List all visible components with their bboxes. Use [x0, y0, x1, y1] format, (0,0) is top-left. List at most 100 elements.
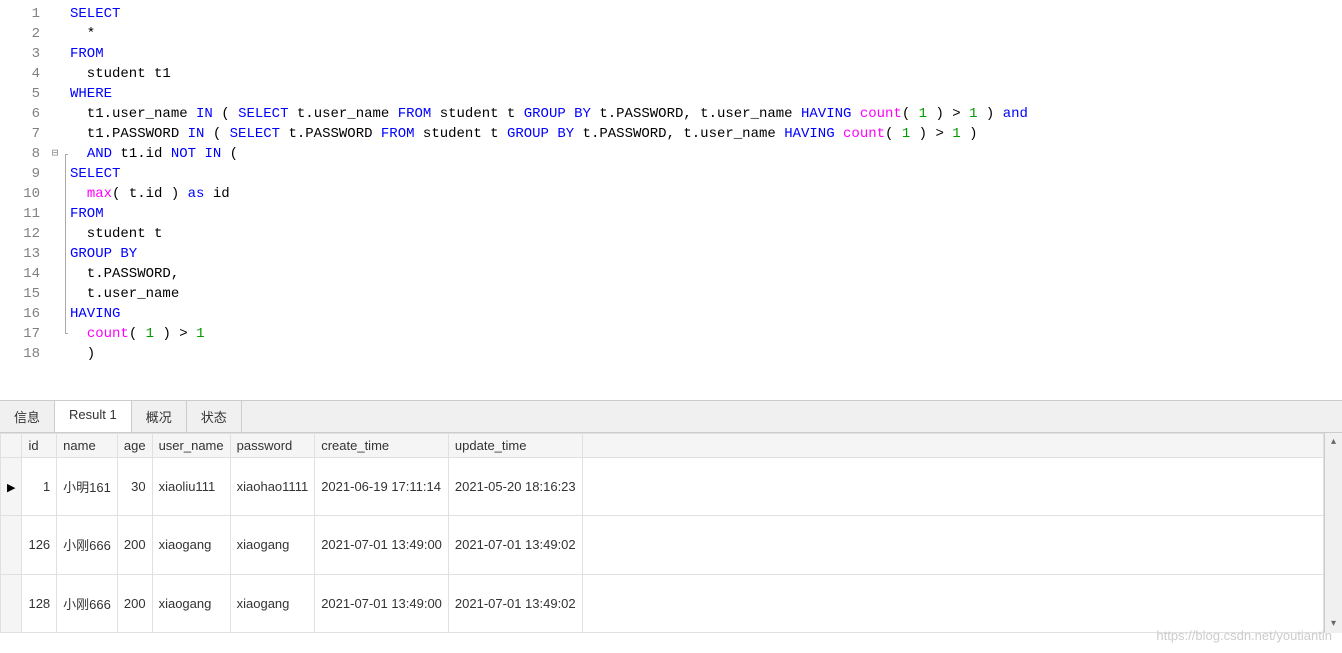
cell-filler [582, 574, 1323, 632]
code-line[interactable]: 15 t.user_name [0, 284, 1342, 304]
code-text[interactable]: t1.PASSWORD IN ( SELECT t.PASSWORD FROM … [70, 124, 1342, 144]
column-header[interactable]: update_time [448, 434, 582, 458]
code-line[interactable]: 1SELECT [0, 4, 1342, 24]
line-number: 5 [0, 84, 48, 104]
code-text[interactable]: SELECT [70, 164, 1342, 184]
code-line[interactable]: 4 student t1 [0, 64, 1342, 84]
code-line[interactable]: 16HAVING [0, 304, 1342, 324]
column-header[interactable]: user_name [152, 434, 230, 458]
table-row[interactable]: 126小刚666200xiaogangxiaogang2021-07-01 13… [1, 516, 1324, 574]
fold-guide [62, 244, 70, 264]
code-text[interactable]: t1.user_name IN ( SELECT t.user_name FRO… [70, 104, 1342, 124]
code-text[interactable]: HAVING [70, 304, 1342, 324]
cell[interactable]: xiaoliu111 [152, 458, 230, 516]
line-number: 18 [0, 344, 48, 364]
fold-guide [62, 324, 70, 344]
code-line[interactable]: 3 FROM [0, 44, 1342, 64]
code-text[interactable]: * [70, 24, 1342, 44]
row-indicator [1, 516, 22, 574]
column-header[interactable]: name [57, 434, 118, 458]
code-line[interactable]: 14 t.PASSWORD, [0, 264, 1342, 284]
code-line[interactable]: 2 * [0, 24, 1342, 44]
column-header[interactable]: password [230, 434, 315, 458]
cell-filler [582, 458, 1323, 516]
row-indicator-header [1, 434, 22, 458]
cell-filler [582, 516, 1323, 574]
code-text[interactable]: GROUP BY [70, 244, 1342, 264]
fold-guide [62, 204, 70, 224]
cell[interactable]: 小明161 [57, 458, 118, 516]
table-row[interactable]: ▶1小明16130xiaoliu111xiaohao11112021-06-19… [1, 458, 1324, 516]
code-line[interactable]: 17 count( 1 ) > 1 [0, 324, 1342, 344]
table-row[interactable]: 128小刚666200xiaogangxiaogang2021-07-01 13… [1, 574, 1324, 632]
cell[interactable]: 200 [117, 574, 152, 632]
line-number: 13 [0, 244, 48, 264]
column-header[interactable]: age [117, 434, 152, 458]
result-table[interactable]: idnameageuser_namepasswordcreate_timeupd… [0, 433, 1324, 633]
cell[interactable]: xiaogang [230, 516, 315, 574]
scroll-up-icon[interactable]: ▴ [1325, 433, 1342, 451]
cell[interactable]: xiaogang [152, 574, 230, 632]
column-header[interactable]: id [22, 434, 57, 458]
code-line[interactable]: 11FROM [0, 204, 1342, 224]
tab-profile[interactable]: 概况 [132, 401, 187, 432]
cell[interactable]: 2021-07-01 13:49:00 [315, 574, 449, 632]
code-text[interactable]: student t1 [70, 64, 1342, 84]
code-line[interactable]: 5 WHERE [0, 84, 1342, 104]
cell[interactable]: 200 [117, 516, 152, 574]
column-filler [582, 434, 1323, 458]
code-text[interactable]: SELECT [70, 4, 1342, 24]
cell[interactable]: 小刚666 [57, 516, 118, 574]
cell[interactable]: 2021-05-20 18:16:23 [448, 458, 582, 516]
code-text[interactable]: t.PASSWORD, [70, 264, 1342, 284]
cell[interactable]: 126 [22, 516, 57, 574]
fold-toggle-icon [48, 344, 62, 364]
cell[interactable]: xiaogang [152, 516, 230, 574]
line-number: 3 [0, 44, 48, 64]
code-line[interactable]: 12 student t [0, 224, 1342, 244]
fold-toggle-icon [48, 124, 62, 144]
fold-toggle-icon [48, 264, 62, 284]
cell[interactable]: 2021-07-01 13:49:02 [448, 574, 582, 632]
code-line[interactable]: 13 GROUP BY [0, 244, 1342, 264]
cell[interactable]: 1 [22, 458, 57, 516]
fold-toggle-icon [48, 84, 62, 104]
code-text[interactable]: t.user_name [70, 284, 1342, 304]
cell[interactable]: xiaohao1111 [230, 458, 315, 516]
fold-guide [62, 264, 70, 284]
tab-result1[interactable]: Result 1 [55, 401, 132, 432]
cell[interactable]: 2021-07-01 13:49:00 [315, 516, 449, 574]
code-line[interactable]: 18 ) [0, 344, 1342, 364]
sql-editor[interactable]: 1SELECT2 *3FROM4 student t1 5WHERE6 t1.u… [0, 0, 1342, 400]
cell[interactable]: 小刚666 [57, 574, 118, 632]
code-text[interactable]: AND t1.id NOT IN ( [70, 144, 1342, 164]
tab-status[interactable]: 状态 [187, 401, 242, 432]
code-text[interactable]: WHERE [70, 84, 1342, 104]
code-text[interactable]: FROM [70, 204, 1342, 224]
code-text[interactable]: ) [70, 344, 1342, 364]
fold-guide [62, 164, 70, 184]
vertical-scrollbar[interactable]: ▴ ▾ [1324, 433, 1342, 633]
cell[interactable]: 2021-06-19 17:11:14 [315, 458, 449, 516]
code-line[interactable]: 7 t1.PASSWORD IN ( SELECT t.PASSWORD FRO… [0, 124, 1342, 144]
code-line[interactable]: 9SELECT [0, 164, 1342, 184]
code-line[interactable]: 8⊟ AND t1.id NOT IN ( [0, 144, 1342, 164]
line-number: 7 [0, 124, 48, 144]
cell[interactable]: 30 [117, 458, 152, 516]
cell[interactable]: 128 [22, 574, 57, 632]
column-header[interactable]: create_time [315, 434, 449, 458]
tab-info[interactable]: 信息 [0, 401, 55, 432]
cell[interactable]: 2021-07-01 13:49:02 [448, 516, 582, 574]
code-text[interactable]: student t [70, 224, 1342, 244]
line-number: 6 [0, 104, 48, 124]
code-line[interactable]: 10 max( t.id ) as id [0, 184, 1342, 204]
code-text[interactable]: FROM [70, 44, 1342, 64]
code-text[interactable]: count( 1 ) > 1 [70, 324, 1342, 344]
code-text[interactable]: max( t.id ) as id [70, 184, 1342, 204]
line-number: 8 [0, 144, 48, 164]
cell[interactable]: xiaogang [230, 574, 315, 632]
scroll-down-icon[interactable]: ▾ [1325, 615, 1342, 633]
code-line[interactable]: 6 t1.user_name IN ( SELECT t.user_name F… [0, 104, 1342, 124]
line-number: 15 [0, 284, 48, 304]
fold-toggle-icon[interactable]: ⊟ [48, 144, 62, 164]
